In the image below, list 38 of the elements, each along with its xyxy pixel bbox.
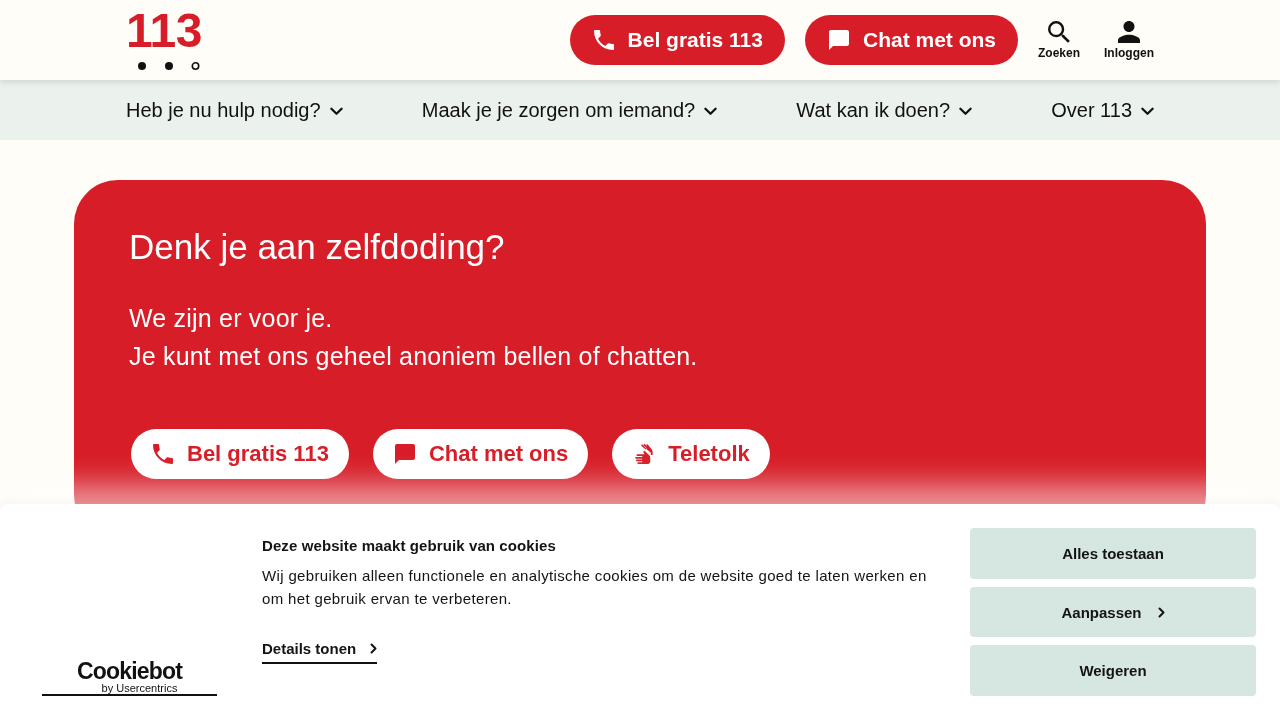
consent-button[interactable]: Weigeren xyxy=(970,645,1256,696)
hands-icon xyxy=(634,444,655,464)
chevron-down-icon xyxy=(704,106,718,116)
phone-icon xyxy=(593,30,614,50)
chat-bubble-icon xyxy=(828,30,849,50)
nav-menu-item[interactable]: Heb je nu hulp nodig? xyxy=(126,98,343,122)
phone-icon xyxy=(153,444,173,464)
chevron-right-icon xyxy=(370,643,378,654)
teletolk-button[interactable]: Teletolk xyxy=(612,429,770,479)
chevron-down-icon xyxy=(959,106,973,116)
brand-byline: by Usercentrics xyxy=(100,682,178,694)
nav-menu-item[interactable]: Maak je je zorgen om iemand? xyxy=(421,98,718,122)
logo-link[interactable]: 113 xyxy=(126,11,212,71)
nav-menu-item[interactable]: Over 113 xyxy=(1051,98,1154,122)
user-icon xyxy=(1118,20,1140,43)
chat-button[interactable]: Chat met ons xyxy=(372,429,589,479)
call-button[interactable]: Bel gratis 113 xyxy=(569,15,785,65)
search-button[interactable]: Zoeken xyxy=(1038,20,1080,60)
call-button[interactable]: Bel gratis 113 xyxy=(131,429,349,479)
chevron-down-icon xyxy=(1141,106,1154,116)
login-button[interactable]: Inloggen xyxy=(1104,20,1154,60)
dots-icon xyxy=(138,61,200,71)
chevron-down-icon xyxy=(329,106,343,116)
hero-text: We zijn er voor je. xyxy=(129,303,334,334)
chat-button[interactable]: Chat met ons xyxy=(804,15,1018,65)
nav-menu-item[interactable]: Wat kan ik doen? xyxy=(796,98,973,122)
cookie-title: Deze website maakt gebruik van cookies xyxy=(262,536,557,556)
hero-text: Je kunt met ons geheel anoniem bellen of chatten. xyxy=(129,341,699,372)
search-icon xyxy=(1048,20,1070,43)
customize-button[interactable]: Aanpassen xyxy=(970,586,1256,638)
cookie-text: Wij gebruiken alleen functionele en analytische cookies om de website goed te laten werken en om het gebruik ervan te verbeteren. xyxy=(262,566,928,609)
brand-name: Cookiebot xyxy=(76,660,183,682)
chat-bubble-icon xyxy=(394,444,415,464)
chevron-right-icon xyxy=(1157,606,1165,618)
hero-title: Denk je aan zelfdoding? xyxy=(129,226,506,268)
consent-button[interactable]: Alles toestaan xyxy=(970,528,1256,579)
cookiebot-logo-link[interactable]: Cookiebot by Usercentrics xyxy=(42,660,217,696)
details-link[interactable]: Details tonen xyxy=(262,640,378,664)
